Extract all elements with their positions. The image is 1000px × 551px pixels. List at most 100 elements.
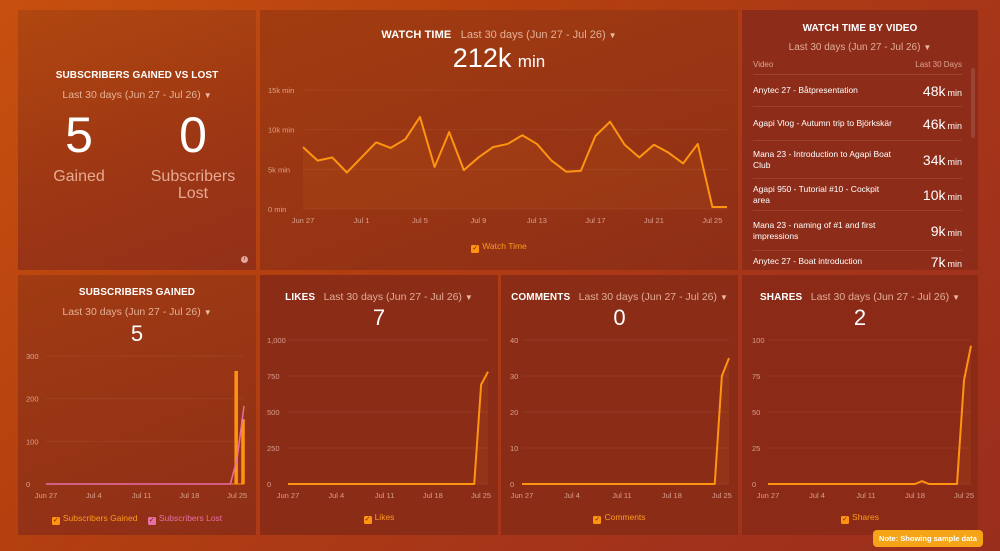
data-point[interactable] <box>235 456 240 461</box>
data-point[interactable] <box>306 482 311 487</box>
data-point[interactable] <box>292 482 297 487</box>
data-point[interactable] <box>681 161 686 166</box>
data-point[interactable] <box>44 482 49 487</box>
data-point[interactable] <box>451 482 456 487</box>
data-point[interactable] <box>389 482 394 487</box>
data-point[interactable] <box>465 482 470 487</box>
data-point[interactable] <box>214 482 219 487</box>
data-point[interactable] <box>444 482 449 487</box>
data-point[interactable] <box>684 482 689 487</box>
data-point[interactable] <box>850 482 855 487</box>
data-point[interactable] <box>655 482 660 487</box>
data-point[interactable] <box>780 482 785 487</box>
bar[interactable] <box>241 419 245 484</box>
data-point[interactable] <box>313 482 318 487</box>
info-icon[interactable]: i <box>241 256 248 263</box>
data-point[interactable] <box>651 142 656 147</box>
data-point[interactable] <box>719 374 724 379</box>
data-point[interactable] <box>361 482 366 487</box>
data-point[interactable] <box>969 343 974 348</box>
data-point[interactable] <box>201 482 206 487</box>
video-row[interactable]: Mana 23 - Introduction to Agapi Boat Clu… <box>753 140 962 178</box>
date-range-dropdown[interactable]: Last 30 days (Jun 27 - Jul 26) ▼ <box>18 302 256 320</box>
data-point[interactable] <box>695 141 700 146</box>
data-point[interactable] <box>584 482 589 487</box>
data-point[interactable] <box>57 482 62 487</box>
data-point[interactable] <box>637 155 642 160</box>
data-point[interactable] <box>320 482 325 487</box>
data-point[interactable] <box>808 482 813 487</box>
data-point[interactable] <box>608 119 613 124</box>
data-point[interactable] <box>948 482 953 487</box>
data-point[interactable] <box>619 482 624 487</box>
data-point[interactable] <box>221 482 226 487</box>
date-range-dropdown[interactable]: Last 30 days (Jun 27 - Jul 26) ▼ <box>742 37 978 55</box>
video-row[interactable]: Anytec 27 - Boat introduction 7k min <box>753 250 962 270</box>
data-point[interactable] <box>479 382 484 387</box>
data-point[interactable] <box>591 482 596 487</box>
data-point[interactable] <box>871 482 876 487</box>
date-range-dropdown[interactable]: Last 30 days (Jun 27 - Jul 26) ▼ <box>18 85 256 103</box>
data-point[interactable] <box>725 205 730 210</box>
data-point[interactable] <box>432 164 437 169</box>
data-point[interactable] <box>388 145 393 150</box>
data-point[interactable] <box>173 482 178 487</box>
data-point[interactable] <box>112 482 117 487</box>
data-point[interactable] <box>641 482 646 487</box>
data-point[interactable] <box>132 482 137 487</box>
legend-likes[interactable]: ✓ Likes <box>260 512 498 524</box>
date-range-dropdown[interactable]: Last 30 days (Jun 27 - Jul 26) ▼ <box>324 287 473 304</box>
data-point[interactable] <box>698 482 703 487</box>
data-point[interactable] <box>605 482 610 487</box>
data-point[interactable] <box>301 145 306 150</box>
data-point[interactable] <box>403 482 408 487</box>
data-point[interactable] <box>139 482 144 487</box>
data-point[interactable] <box>857 482 862 487</box>
data-point[interactable] <box>71 482 76 487</box>
data-point[interactable] <box>843 482 848 487</box>
data-point[interactable] <box>541 482 546 487</box>
data-point[interactable] <box>666 150 671 155</box>
data-point[interactable] <box>50 482 55 487</box>
data-point[interactable] <box>354 482 359 487</box>
legend-shares[interactable]: ✓ Shares <box>742 512 978 524</box>
video-row[interactable]: Agapi 950 - Tutorial #10 - Cockpit area 1… <box>753 178 962 210</box>
data-point[interactable] <box>899 482 904 487</box>
data-point[interactable] <box>548 482 553 487</box>
data-point[interactable] <box>341 482 346 487</box>
data-point[interactable] <box>396 482 401 487</box>
data-point[interactable] <box>417 482 422 487</box>
data-point[interactable] <box>892 482 897 487</box>
data-point[interactable] <box>555 482 560 487</box>
data-point[interactable] <box>822 482 827 487</box>
data-point[interactable] <box>374 140 379 145</box>
scrollbar[interactable] <box>971 68 975 138</box>
data-point[interactable] <box>520 482 525 487</box>
data-point[interactable] <box>359 155 364 160</box>
data-point[interactable] <box>486 369 491 374</box>
legend-comments[interactable]: ✓ Comments <box>501 512 738 524</box>
data-point[interactable] <box>299 482 304 487</box>
data-point[interactable] <box>410 482 415 487</box>
data-point[interactable] <box>829 482 834 487</box>
data-point[interactable] <box>447 130 452 135</box>
data-point[interactable] <box>920 479 925 484</box>
data-point[interactable] <box>836 482 841 487</box>
data-point[interactable] <box>327 482 332 487</box>
data-point[interactable] <box>648 482 653 487</box>
data-point[interactable] <box>375 482 380 487</box>
date-range-dropdown[interactable]: Last 30 days (Jun 27 - Jul 26) ▼ <box>461 25 617 42</box>
video-row[interactable]: Anytec 27 - Båtpresentation 48k min <box>753 74 962 106</box>
data-point[interactable] <box>187 482 192 487</box>
data-point[interactable] <box>105 482 110 487</box>
data-point[interactable] <box>634 482 639 487</box>
data-point[interactable] <box>228 482 233 487</box>
legend-subscribers-gained[interactable]: ✓ Subscribers Gained <box>51 513 137 525</box>
data-point[interactable] <box>677 482 682 487</box>
data-point[interactable] <box>710 205 715 210</box>
data-point[interactable] <box>787 482 792 487</box>
data-point[interactable] <box>78 482 83 487</box>
data-point[interactable] <box>549 158 554 163</box>
data-point[interactable] <box>712 482 717 487</box>
legend-watch-time[interactable]: ✓ Watch Time <box>260 241 738 253</box>
